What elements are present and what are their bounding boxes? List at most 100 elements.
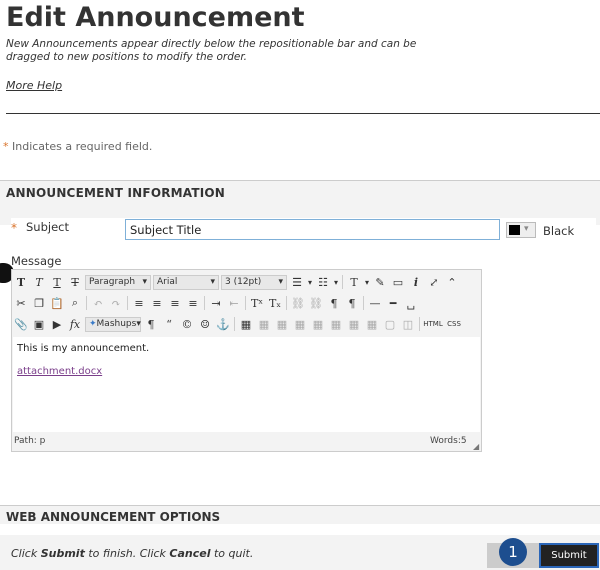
toolbar-separator — [204, 296, 205, 310]
resize-handle-icon[interactable]: ◢ — [473, 442, 479, 451]
redo-icon[interactable]: ↷ — [107, 294, 125, 312]
bold-icon[interactable]: T — [12, 273, 30, 291]
bullet-list-icon[interactable]: ☰ — [288, 273, 306, 291]
align-justify-icon[interactable]: ≡ — [184, 294, 202, 312]
toolbar-separator — [127, 296, 128, 310]
superscript-icon[interactable]: Tˣ — [248, 294, 266, 312]
editor-content-area[interactable]: This is my announcement. attachment.docx — [13, 337, 480, 432]
page-title: Edit Announcement — [6, 2, 305, 33]
instruction-text: to quit. — [210, 547, 254, 560]
info-icon[interactable]: i — [407, 273, 425, 291]
merge-cells-icon[interactable]: ▢ — [381, 315, 399, 333]
step-badge: 1 — [499, 538, 527, 566]
word-count: Words:5 — [430, 436, 467, 446]
required-note-text: Indicates a required field. — [12, 140, 153, 153]
instruction-text: Click — [11, 547, 41, 560]
editor-path: Path: p — [14, 436, 46, 446]
instruction-submit: Submit — [40, 547, 85, 560]
insert-row-icon[interactable]: ▦ — [309, 315, 327, 333]
pilcrow-icon[interactable]: ¶ — [142, 315, 160, 333]
chevron-down-icon[interactable]: ▾ — [306, 273, 314, 291]
text-style-icon[interactable]: T — [345, 273, 363, 291]
toolbar-row-3: 📎 ▣ ▶ fx ✦ Mashups ▾ ¶ “ © ☺ ⚓ ▦ ▦ ▦ ▦ ▦ ▦… — [12, 314, 464, 334]
collapse-icon[interactable]: ⌃ — [443, 273, 461, 291]
toolbar-separator — [86, 296, 87, 310]
copyright-icon[interactable]: © — [178, 315, 196, 333]
align-center-icon[interactable]: ≡ — [148, 294, 166, 312]
color-swatch — [509, 225, 520, 235]
toolbar-row-2: ✂ ❐ 📋 ⌕ ↶ ↷ ≡ ≡ ≡ ≡ ⇥ ⇤ Tˣ Tₓ ⛓ ⛓ ¶ ¶ — … — [12, 293, 420, 313]
cell-props-icon[interactable]: ▦ — [291, 315, 309, 333]
table-props-icon[interactable]: ▦ — [255, 315, 273, 333]
italic-icon[interactable]: T — [30, 273, 48, 291]
section-title: WEB ANNOUNCEMENT OPTIONS — [6, 510, 221, 524]
ltr-icon[interactable]: ¶ — [325, 294, 343, 312]
mashups-icon: ✦ — [89, 319, 97, 329]
subscript-icon[interactable]: Tₓ — [266, 294, 284, 312]
toolbar-row-1: T T T T Paragraph ▾ Arial ▾ 3 (12pt) ▾ ☰ ▾ ☷… — [12, 272, 461, 292]
link-icon[interactable]: ⛓ — [289, 294, 307, 312]
anchor-icon[interactable]: ⚓ — [214, 315, 232, 333]
chevron-down-icon[interactable]: ▾ — [363, 273, 371, 291]
chevron-down-icon[interactable]: ▾ — [332, 273, 340, 291]
copy-icon[interactable]: ❐ — [30, 294, 48, 312]
submit-instructions: Click Submit to finish. Click Cancel to … — [11, 547, 253, 560]
delete-col-icon[interactable]: ▦ — [363, 315, 381, 333]
indent-icon[interactable]: ⇥ — [207, 294, 225, 312]
pencil-icon[interactable]: ✎ — [371, 273, 389, 291]
media-icon[interactable]: ▶ — [48, 315, 66, 333]
required-star: * — [11, 221, 17, 235]
paste-icon[interactable]: 📋 — [48, 294, 66, 312]
paragraph-select[interactable]: Paragraph ▾ — [85, 274, 151, 290]
image-icon[interactable]: ▣ — [30, 315, 48, 333]
html-button[interactable]: HTML — [422, 315, 444, 333]
paragraph-select-value: Paragraph — [89, 277, 136, 287]
delete-row-icon[interactable]: ▦ — [327, 315, 345, 333]
css-button[interactable]: CSS — [444, 315, 464, 333]
thick-line-icon[interactable]: ━ — [384, 294, 402, 312]
align-left-icon[interactable]: ≡ — [130, 294, 148, 312]
mashups-label: Mashups — [96, 319, 137, 329]
fullscreen-icon[interactable]: ⤢ — [425, 273, 443, 291]
horizontal-line-icon[interactable]: — — [366, 294, 384, 312]
more-help-link[interactable]: More Help — [6, 79, 62, 92]
rtl-icon[interactable]: ¶ — [343, 294, 361, 312]
color-name: Black — [543, 224, 575, 238]
font-family-select[interactable]: Arial ▾ — [153, 274, 219, 290]
instruction-cancel: Cancel — [169, 547, 211, 560]
mashups-select[interactable]: ✦ Mashups ▾ — [85, 316, 141, 332]
emoticon-icon[interactable]: ☺ — [196, 315, 214, 333]
toolbar-separator — [419, 317, 420, 331]
strikethrough-icon[interactable]: T — [66, 273, 84, 291]
formula-icon[interactable]: fx — [66, 315, 84, 333]
attach-icon[interactable]: 📎 — [12, 315, 30, 333]
preview-icon[interactable]: ▭ — [389, 273, 407, 291]
color-picker-button[interactable]: ▾ — [506, 222, 536, 238]
nonbreaking-space-icon[interactable]: ␣ — [402, 294, 420, 312]
subject-input[interactable] — [125, 219, 500, 240]
header-divider — [6, 113, 600, 114]
toolbar-separator — [342, 275, 343, 289]
quote-icon[interactable]: “ — [160, 315, 178, 333]
table-icon[interactable]: ▦ — [237, 315, 255, 333]
row-props-icon[interactable]: ▦ — [273, 315, 291, 333]
undo-icon[interactable]: ↶ — [89, 294, 107, 312]
find-icon[interactable]: ⌕ — [66, 294, 84, 312]
underline-icon[interactable]: T — [48, 273, 66, 291]
numbered-list-icon[interactable]: ☷ — [314, 273, 332, 291]
insert-col-icon[interactable]: ▦ — [345, 315, 363, 333]
cut-icon[interactable]: ✂ — [12, 294, 30, 312]
chevron-down-icon: ▾ — [524, 224, 529, 234]
unlink-icon[interactable]: ⛓ — [307, 294, 325, 312]
required-star: * — [3, 140, 9, 153]
font-size-select[interactable]: 3 (12pt) ▾ — [221, 274, 287, 290]
align-right-icon[interactable]: ≡ — [166, 294, 184, 312]
page-description: New Announcements appear directly below … — [6, 38, 417, 63]
subject-label: Subject — [26, 220, 69, 234]
attachment-link[interactable]: attachment.docx — [17, 366, 102, 377]
split-cells-icon[interactable]: ◫ — [399, 315, 417, 333]
rich-text-editor: T T T T Paragraph ▾ Arial ▾ 3 (12pt) ▾ ☰ ▾ ☷… — [11, 269, 482, 452]
outdent-icon[interactable]: ⇤ — [225, 294, 243, 312]
submit-button[interactable]: Submit — [539, 543, 599, 568]
toolbar-separator — [245, 296, 246, 310]
